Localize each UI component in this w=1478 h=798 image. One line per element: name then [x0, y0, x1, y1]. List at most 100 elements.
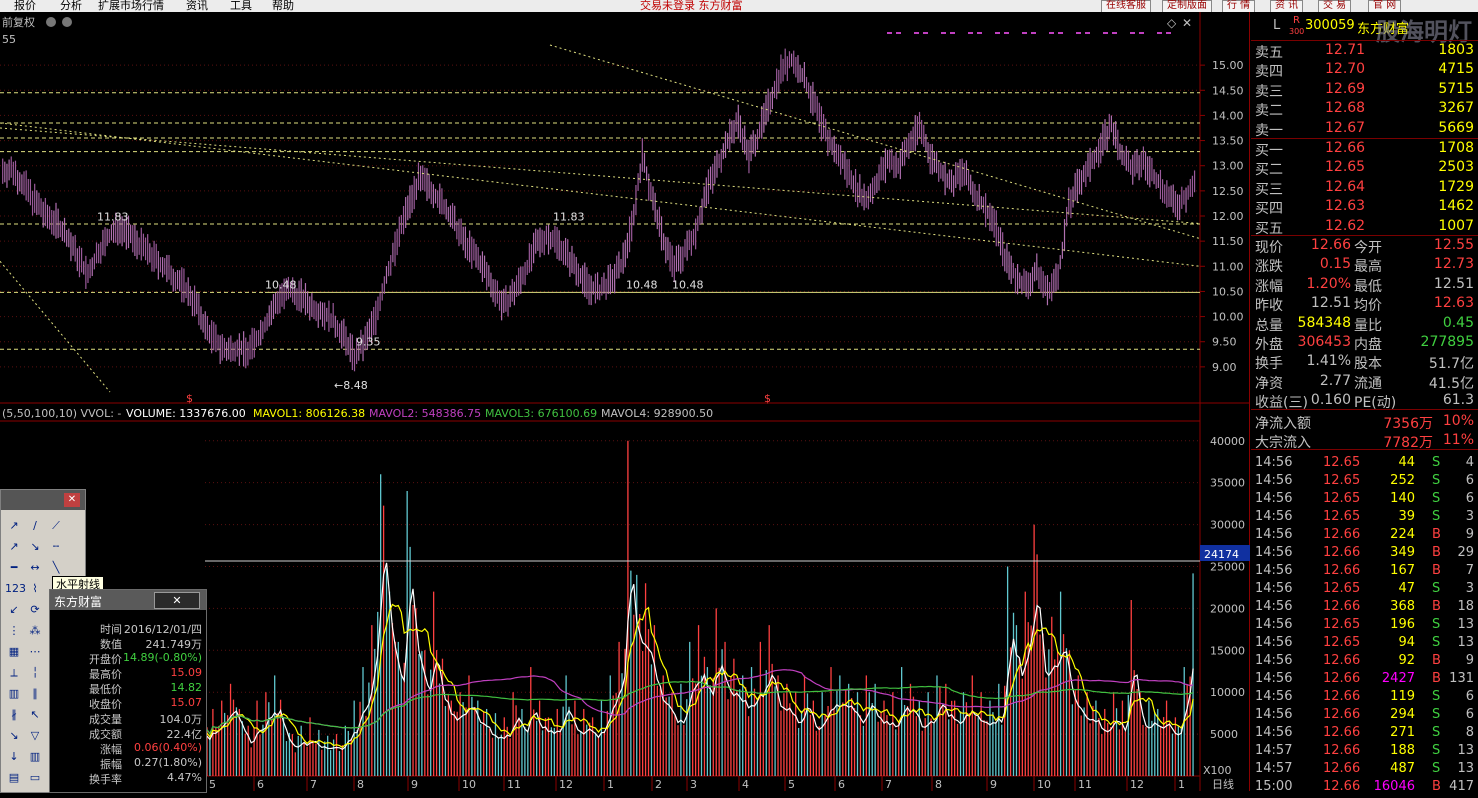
order-book-row[interactable]: 买二 12.65 2503 — [1251, 159, 1478, 178]
drawing-tool-icon[interactable]: ↓ — [5, 749, 23, 765]
menu-item-analysis[interactable]: 分析 — [60, 0, 82, 12]
menu-item-tools[interactable]: 工具 — [230, 0, 252, 12]
price-tick-label: 13.50 — [1212, 135, 1244, 148]
drawing-tool-icon[interactable]: ⁂ — [26, 623, 44, 639]
tick-row: 14:57 12.66 487 S 13 — [1251, 761, 1478, 780]
info-value: 104.0万 — [159, 713, 203, 726]
quote-tab-button[interactable]: 行 情 — [1222, 0, 1256, 12]
adjust-label[interactable]: 前复权 — [2, 15, 35, 29]
drawing-tool-icon[interactable]: ▥ — [5, 686, 23, 702]
tick-volume: 2427 — [1381, 671, 1415, 686]
news-tab-button[interactable]: 资 讯 — [1270, 0, 1304, 12]
tick-row: 14:56 12.65 44 S 4 — [1251, 455, 1478, 474]
diamond-icon[interactable]: ◇ — [1167, 16, 1177, 30]
tick-time: 14:56 — [1255, 473, 1293, 488]
drawing-tool-icon[interactable]: ∦ — [5, 707, 23, 723]
drawing-tool-icon[interactable]: ⟂ — [5, 665, 23, 681]
tick-price: 12.65 — [1323, 491, 1361, 506]
trade-tab-button[interactable]: 交 易 — [1318, 0, 1352, 12]
tick-count: 6 — [1465, 473, 1474, 488]
tick-row: 14:56 12.66 224 B 9 — [1251, 527, 1478, 546]
order-book-row[interactable]: 买一 12.66 1708 — [1251, 140, 1478, 159]
flow-percent: 10% — [1442, 413, 1474, 429]
price-annotation: ←8.48 — [334, 379, 368, 392]
online-service-button[interactable]: 在线客服 — [1101, 0, 1151, 12]
tick-volume: 94 — [1398, 635, 1415, 650]
info-value: 15.09 — [170, 666, 203, 679]
drawing-tool-icon[interactable]: ⋯ — [26, 644, 44, 660]
close-icon[interactable]: ✕ — [154, 592, 200, 609]
drawing-tool-icon[interactable]: ━ — [5, 560, 23, 576]
price-tick-label: 14.50 — [1212, 84, 1244, 97]
drawing-tool-icon[interactable]: ⌇ — [26, 581, 44, 597]
drawing-tool-icon[interactable]: ▽ — [26, 728, 44, 744]
drawing-tool-icon[interactable]: ∕ — [26, 518, 44, 534]
order-price: 12.68 — [1325, 100, 1366, 116]
date-tick-label: 7 — [885, 778, 892, 791]
tick-side: B — [1432, 671, 1441, 686]
drawing-tool-icon[interactable]: ▤ — [5, 770, 23, 786]
info-window: 东方财富 ✕ 时间 2016/12/01/四 数值 241.749万 开盘价 14.89(… — [49, 589, 207, 793]
info-label: 数值 — [100, 638, 122, 651]
drawing-tool-icon[interactable]: ↔ — [26, 560, 44, 576]
drawing-tool-icon[interactable]: ▭ — [26, 770, 44, 786]
order-book-row[interactable]: 卖四 12.70 4715 — [1251, 61, 1478, 80]
order-level-label: 卖三 — [1255, 84, 1283, 100]
stats-row: 现价 12.66 今开 12.55 — [1251, 237, 1478, 256]
stat-label: 内盘 — [1354, 337, 1382, 353]
menu-item-quote[interactable]: 报价 — [14, 0, 36, 12]
drawing-tool-icon[interactable]: 123 — [5, 581, 26, 597]
menu-item-extended-market[interactable]: 扩展市场行情 — [98, 0, 164, 12]
tick-volume: 271 — [1390, 725, 1415, 740]
settings-dropdown-icon[interactable] — [46, 17, 56, 27]
drawing-tool-icon[interactable]: ⋮ — [5, 623, 23, 639]
stat-value: 277895 — [1420, 334, 1474, 350]
order-volume: 1708 — [1438, 140, 1474, 156]
official-site-button[interactable]: 官 网 — [1368, 0, 1402, 12]
stats-row: 涨幅 1.20% 最低 12.51 — [1251, 276, 1478, 295]
order-book-row[interactable]: 卖二 12.68 3267 — [1251, 100, 1478, 119]
drawing-tool-icon[interactable]: ╎ — [26, 665, 44, 681]
drawing-tool-icon[interactable]: ↗ — [5, 539, 23, 555]
drawing-tool-icon[interactable]: ⟋ — [47, 518, 65, 534]
menu-item-news[interactable]: 资讯 — [186, 0, 208, 12]
tick-side: B — [1432, 527, 1441, 542]
date-tick-label: 10 — [1037, 778, 1051, 791]
drawing-tool-icon[interactable]: ↘ — [5, 728, 23, 744]
order-book-row[interactable]: 卖三 12.69 5715 — [1251, 81, 1478, 100]
menu-item-help[interactable]: 帮助 — [272, 0, 294, 12]
order-price: 12.71 — [1325, 42, 1366, 58]
custom-layout-button[interactable]: 定制版面 — [1162, 0, 1212, 12]
date-tick-label: 8 — [935, 778, 942, 791]
drawing-tool-icon[interactable]: ╌ — [47, 539, 65, 555]
drawing-tool-icon[interactable]: ↖ — [26, 707, 44, 723]
drawing-tool-icon[interactable]: ⟳ — [26, 602, 44, 618]
order-volume: 1462 — [1438, 198, 1474, 214]
stat-value: 0.15 — [1319, 256, 1351, 273]
order-book-row[interactable]: 买四 12.63 1462 — [1251, 198, 1478, 217]
drawing-tool-icon[interactable]: ↘ — [26, 539, 44, 555]
dividend-marker: $ — [764, 392, 771, 405]
date-tick-label: 12 — [1130, 778, 1144, 791]
period-label[interactable]: 日线 — [1212, 777, 1234, 791]
info-label: 最高价 — [89, 668, 122, 681]
order-price: 12.63 — [1325, 198, 1366, 214]
close-chart-icon[interactable]: ✕ — [1182, 16, 1192, 30]
order-book-row[interactable]: 卖一 12.67 5669 — [1251, 120, 1478, 139]
tick-time: 14:57 — [1255, 761, 1293, 776]
close-icon[interactable]: ✕ — [64, 493, 80, 507]
drawing-tool-icon[interactable]: ↙ — [5, 602, 23, 618]
drawing-tool-icon[interactable]: ╲ — [47, 560, 65, 576]
order-book-row[interactable]: 卖五 12.71 1803 — [1251, 42, 1478, 61]
drawing-tool-icon[interactable]: ∥ — [26, 686, 44, 702]
order-book-row[interactable]: 买三 12.64 1729 — [1251, 179, 1478, 198]
drawing-tool-icon[interactable]: ↗ — [5, 518, 23, 534]
tick-side: S — [1432, 707, 1441, 722]
stat-label: 流通 — [1354, 375, 1382, 392]
chevron-down-icon[interactable] — [62, 17, 72, 27]
drawing-tool-icon[interactable]: ▦ — [5, 644, 23, 660]
stat-value: 12.63 — [1433, 295, 1474, 312]
drawing-tool-icon[interactable]: ▥ — [26, 749, 44, 765]
flow-value: 7356万 — [1383, 416, 1433, 432]
tick-row: 14:57 12.66 188 S 13 — [1251, 743, 1478, 762]
